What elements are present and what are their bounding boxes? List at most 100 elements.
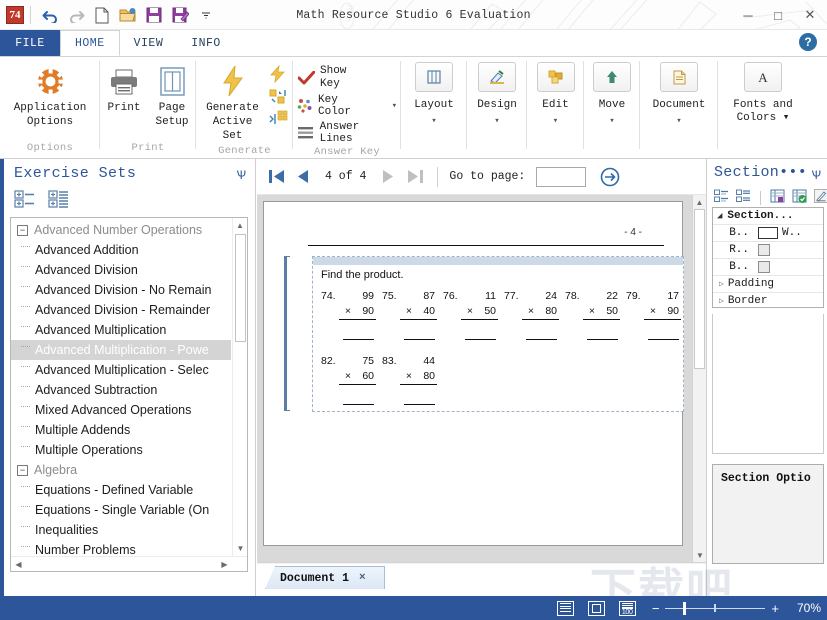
collapse-triangle-icon[interactable]: ◢ <box>717 211 722 221</box>
go-button[interactable] <box>599 166 621 188</box>
property-value[interactable] <box>755 261 823 273</box>
tree-item-advanced-addition[interactable]: Advanced Addition <box>11 240 231 260</box>
first-page-button[interactable] <box>265 166 287 188</box>
goto-page-input[interactable] <box>536 167 586 187</box>
tree-item-mixed-advanced-operations[interactable]: Mixed Advanced Operations <box>11 400 231 420</box>
tree-item-advanced-division-no-remainder[interactable]: Advanced Division - No Remain <box>11 280 231 300</box>
doc-scroll-thumb[interactable] <box>694 209 705 369</box>
close-button[interactable]: ✕ <box>793 0 827 30</box>
maximize-button[interactable]: □ <box>763 0 793 30</box>
document-button[interactable]: Document ▾ <box>646 62 713 128</box>
close-tab-icon[interactable]: × <box>359 572 366 584</box>
property-value[interactable] <box>755 244 823 256</box>
property-row-r[interactable]: R.. <box>713 242 823 259</box>
layout-button[interactable]: Layout ▾ <box>407 62 461 128</box>
regenerate-set-icon[interactable] <box>269 88 288 108</box>
property-value[interactable]: W.. <box>755 227 823 239</box>
page-100-view-icon[interactable]: 100 <box>619 601 636 616</box>
window-controls[interactable]: ─ □ ✕ <box>733 0 827 30</box>
application-options-button[interactable]: Application Options <box>0 62 100 131</box>
property-row-background[interactable]: B.. W.. <box>713 225 823 242</box>
tree-item-advanced-multiplication-select[interactable]: Advanced Multiplication - Selec <box>11 360 231 380</box>
section-property-grid[interactable]: ◢ Section... B.. W.. R.. B.. <box>712 207 824 308</box>
single-page-view-icon[interactable] <box>557 601 574 616</box>
color-swatch-white-icon[interactable] <box>758 227 778 239</box>
collapse-all-icon[interactable] <box>14 189 36 212</box>
property-row-padding[interactable]: ▷ Padding <box>713 276 823 293</box>
last-page-button[interactable] <box>404 166 426 188</box>
tab-home[interactable]: HOME <box>60 30 120 56</box>
save-as-icon[interactable] <box>167 3 193 27</box>
tree-item-advanced-subtraction[interactable]: Advanced Subtraction <box>11 380 231 400</box>
tab-info[interactable]: INFO <box>177 30 235 56</box>
doc-scroll-up-icon[interactable]: ▲ <box>693 195 706 209</box>
print-button[interactable]: Print <box>100 62 148 117</box>
move-dropdown-icon[interactable]: ▾ <box>609 115 614 128</box>
section-options-box[interactable]: Section Optio <box>712 464 824 564</box>
properties-icon[interactable] <box>770 189 785 206</box>
design-button[interactable]: Design ▾ <box>470 62 524 128</box>
property-group-header[interactable]: ◢ Section... <box>713 208 823 225</box>
help-icon[interactable]: ? <box>799 33 817 51</box>
lightning-small-icon[interactable] <box>269 65 288 86</box>
zoom-slider[interactable] <box>665 602 765 614</box>
exercise-section[interactable]: Find the product. 74. 99 × 90 75. 8 <box>312 256 684 412</box>
categorized-view-icon[interactable] <box>714 189 729 206</box>
page-setup-button[interactable]: Page Setup <box>148 62 196 131</box>
layout-dropdown-icon[interactable]: ▾ <box>431 115 436 128</box>
alphabetical-view-icon[interactable] <box>736 189 751 206</box>
color-swatch-gray-icon[interactable] <box>758 244 770 256</box>
expand-triangle-icon[interactable]: ▷ <box>719 279 724 289</box>
key-color-dropdown-icon[interactable]: ▾ <box>392 101 397 111</box>
regenerate-all-icon[interactable] <box>269 110 288 130</box>
document-canvas[interactable]: - 4 - Find the product. 74. 99 × 90 <box>257 195 706 562</box>
scroll-thumb[interactable] <box>235 234 246 342</box>
property-row-b[interactable]: B.. <box>713 259 823 276</box>
zoom-in-button[interactable]: + <box>771 601 779 616</box>
expand-all-icon[interactable] <box>48 189 70 212</box>
scroll-up-icon[interactable]: ▲ <box>233 218 247 233</box>
document-vertical-scrollbar[interactable]: ▲ ▼ <box>692 195 706 562</box>
expander-icon[interactable]: − <box>17 225 28 236</box>
generate-active-set-button[interactable]: Generate Active Set <box>196 62 269 145</box>
tree-item-advanced-division-remainder[interactable]: Advanced Division - Remainder <box>11 300 231 320</box>
tree-group-algebra[interactable]: − Algebra <box>11 460 231 480</box>
key-color-button[interactable]: Key Color ▾ <box>293 93 401 119</box>
tree-item-equations-defined-variable[interactable]: Equations - Defined Variable <box>11 480 231 500</box>
tree-item-equations-single-variable[interactable]: Equations - Single Variable (On <box>11 500 231 520</box>
expander-icon[interactable]: − <box>17 465 28 476</box>
tree-item-multiple-operations[interactable]: Multiple Operations <box>11 440 231 460</box>
doc-scroll-down-icon[interactable]: ▼ <box>693 548 707 562</box>
zoom-control[interactable]: − + <box>652 601 779 616</box>
minimize-button[interactable]: ─ <box>733 0 763 30</box>
open-folder-icon[interactable] <box>115 3 141 27</box>
tree-item-advanced-multiplication-powers[interactable]: Advanced Multiplication - Powe <box>11 340 231 360</box>
answer-lines-button[interactable]: Answer Lines <box>293 120 401 146</box>
exercise-sets-tree[interactable]: − Advanced Number Operations Advanced Ad… <box>10 217 248 572</box>
property-row-border[interactable]: ▷ Border <box>713 293 823 308</box>
edit-property-icon[interactable] <box>814 189 827 206</box>
design-dropdown-icon[interactable]: ▾ <box>494 115 499 128</box>
scroll-left-icon[interactable]: ◀ <box>11 557 26 572</box>
tree-item-multiple-addends[interactable]: Multiple Addends <box>11 420 231 440</box>
document-page[interactable]: - 4 - Find the product. 74. 99 × 90 <box>263 201 683 546</box>
tree-group-advanced-number-operations[interactable]: − Advanced Number Operations <box>11 220 231 240</box>
property-grid-body[interactable] <box>712 314 824 454</box>
quick-access-toolbar[interactable]: 74 <box>0 0 219 30</box>
pin-panel-icon[interactable]: Ѱ <box>236 168 246 182</box>
tree-item-advanced-multiplication[interactable]: Advanced Multiplication <box>11 320 231 340</box>
undo-icon[interactable] <box>37 3 63 27</box>
fonts-and-colors-button[interactable]: A Fonts and Colors ▾ <box>726 62 799 125</box>
facing-page-view-icon[interactable] <box>588 601 605 616</box>
tab-view[interactable]: VIEW <box>120 30 178 56</box>
new-document-icon[interactable] <box>89 3 115 27</box>
scroll-down-icon[interactable]: ▼ <box>233 541 248 556</box>
edit-button[interactable]: Edit ▾ <box>530 62 582 128</box>
next-page-button[interactable] <box>377 166 399 188</box>
tree-vertical-scrollbar[interactable]: ▲ ▼ <box>232 218 247 571</box>
previous-page-button[interactable] <box>292 166 314 188</box>
tab-file[interactable]: FILE <box>0 30 60 56</box>
tree-horizontal-scrollbar[interactable]: ◀ ▶ <box>11 556 247 571</box>
apply-properties-icon[interactable] <box>792 189 807 206</box>
zoom-slider-thumb[interactable] <box>683 602 686 615</box>
